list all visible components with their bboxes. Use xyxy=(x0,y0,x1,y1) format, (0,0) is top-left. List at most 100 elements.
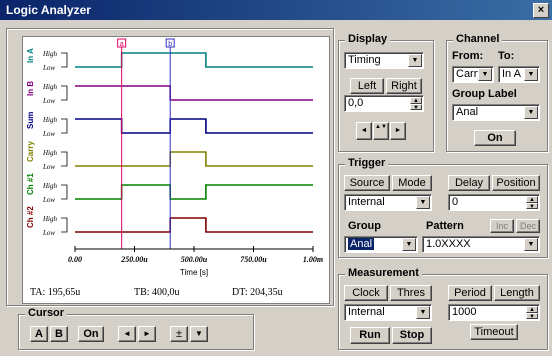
measurement-thres-button[interactable]: Thres xyxy=(390,285,432,301)
level-bracket xyxy=(61,184,68,200)
window-title: Logic Analyzer xyxy=(6,3,91,17)
channel-to-select[interactable]: In A ▼ xyxy=(498,66,540,83)
cursor-b-tag: b xyxy=(168,41,172,48)
timeout-button[interactable]: Timeout xyxy=(470,324,518,340)
measurement-clock-value: Internal xyxy=(348,306,385,318)
waveform-trace xyxy=(75,85,313,101)
chevron-down-icon: ▼ xyxy=(524,106,538,119)
waveform-trace xyxy=(75,184,313,200)
high-label: High xyxy=(42,50,58,58)
low-label: Low xyxy=(42,163,55,171)
cursor-left-button[interactable]: ◄ xyxy=(118,326,136,342)
measurement-length-button[interactable]: Length xyxy=(494,285,540,301)
channel-on-button[interactable]: On xyxy=(474,130,516,146)
x-tick-label: 750.00u xyxy=(240,255,267,264)
chevron-down-icon: ▼ xyxy=(416,196,430,209)
display-mode-value: Timing xyxy=(348,54,381,66)
low-label: Low xyxy=(42,196,55,204)
pattern-inc-button[interactable]: Inc xyxy=(490,219,514,233)
measurement-period-field[interactable]: 1000 ▲ ▼ xyxy=(448,304,540,321)
channel-name-label: Carry xyxy=(26,141,35,162)
channel-name-label: In B xyxy=(26,81,35,96)
trigger-source-button[interactable]: Source xyxy=(344,175,390,191)
trigger-source-value: Internal xyxy=(348,196,385,208)
spinner-icon[interactable]: ▲ ▼ xyxy=(526,196,538,209)
display-left-button[interactable]: Left xyxy=(350,78,384,94)
pattern-dec-button[interactable]: Dec xyxy=(516,219,540,233)
spinner-icon[interactable]: ▲ ▼ xyxy=(410,97,422,110)
chevron-down-icon: ▼ xyxy=(524,238,538,251)
trigger-source-select[interactable]: Internal ▼ xyxy=(344,194,432,211)
waveform-plot: In A High Low In B High Low Sum High Low Carry Hig… xyxy=(22,36,330,304)
chevron-down-icon: ▼ xyxy=(478,68,492,81)
group-label-value: Anal xyxy=(456,106,479,118)
group-label-select[interactable]: Anal ▼ xyxy=(452,104,540,121)
trigger-mode-button[interactable]: Mode xyxy=(392,175,432,191)
cursor-b-button[interactable]: B xyxy=(50,326,68,342)
level-bracket xyxy=(61,52,68,68)
x-tick-label: 500.00u xyxy=(181,255,208,264)
level-bracket xyxy=(61,118,68,134)
display-nav-left[interactable]: ◄ xyxy=(356,122,372,140)
stop-button[interactable]: Stop xyxy=(392,327,432,344)
channel-to-label: To: xyxy=(498,50,515,62)
waveform-trace xyxy=(75,217,313,233)
run-button[interactable]: Run xyxy=(350,327,390,344)
display-nav-center[interactable]: ▲▼ xyxy=(373,122,389,140)
display-position-value: 0,0 xyxy=(348,97,364,109)
cursor-title: Cursor xyxy=(25,307,68,319)
x-tick-label: 250.00u xyxy=(120,255,148,264)
display-mode-select[interactable]: Timing ▼ xyxy=(344,52,424,69)
chevron-down-icon: ▼ xyxy=(402,238,416,251)
channel-from-select[interactable]: Carry ▼ xyxy=(452,66,494,83)
display-nav-right[interactable]: ► xyxy=(390,122,406,140)
spinner-icon[interactable]: ▲ ▼ xyxy=(526,306,538,319)
measurement-period-button[interactable]: Period xyxy=(448,285,492,301)
close-icon[interactable]: × xyxy=(533,3,549,18)
trigger-group-title: Group xyxy=(348,220,381,232)
measurement-period-value: 1000 xyxy=(452,306,477,318)
trigger-delay-field[interactable]: 0 ▲ ▼ xyxy=(448,194,540,211)
trigger-pattern-value: 1.0XXXX xyxy=(426,238,471,250)
cursor-a-button[interactable]: A xyxy=(30,326,48,342)
title-bar: Logic Analyzer × xyxy=(0,0,552,20)
cursor-a-readout: TA: 195,65u xyxy=(30,287,81,298)
channel-name-label: Ch #2 xyxy=(26,206,35,228)
waveform-trace xyxy=(75,52,313,68)
channel-title: Channel xyxy=(453,33,503,45)
trigger-group-select[interactable]: Anal ▼ xyxy=(344,236,418,253)
high-label: High xyxy=(42,149,58,157)
waveform-trace xyxy=(75,118,313,134)
display-position-field[interactable]: 0,0 ▲ ▼ xyxy=(344,95,424,112)
trigger-title: Trigger xyxy=(345,157,389,169)
low-label: Low xyxy=(42,229,55,237)
low-label: Low xyxy=(42,97,55,105)
group-label-title: Group Label xyxy=(452,88,517,100)
cursor-a-tag: a xyxy=(120,41,124,48)
measurement-title: Measurement xyxy=(345,267,422,279)
low-label: Low xyxy=(42,64,55,72)
low-label: Low xyxy=(42,130,55,138)
display-right-button[interactable]: Right xyxy=(386,78,422,94)
cursor-right-button[interactable]: ► xyxy=(138,326,156,342)
trigger-pattern-select[interactable]: 1.0XXXX ▼ xyxy=(422,236,540,253)
trigger-delay-button[interactable]: Delay xyxy=(448,175,490,191)
delta-t-readout: DT: 204,35u xyxy=(232,287,283,298)
chevron-down-icon: ▼ xyxy=(408,54,422,67)
cursor-move-button[interactable]: ± xyxy=(170,326,188,342)
high-label: High xyxy=(42,182,58,190)
channel-name-label: Ch #1 xyxy=(26,173,35,195)
cursor-on-button[interactable]: On xyxy=(78,326,104,342)
trigger-pattern-title: Pattern xyxy=(426,220,464,232)
level-bracket xyxy=(61,151,68,167)
cursor-down-button[interactable]: ▼ xyxy=(190,326,208,342)
measurement-clock-select[interactable]: Internal ▼ xyxy=(344,304,432,321)
x-tick-label: 0.00 xyxy=(68,255,82,264)
measurement-clock-button[interactable]: Clock xyxy=(344,285,388,301)
high-label: High xyxy=(42,83,58,91)
channel-name-label: In A xyxy=(26,48,35,63)
chevron-down-icon: ▼ xyxy=(524,68,538,81)
trigger-position-button[interactable]: Position xyxy=(492,175,540,191)
channel-from-label: From: xyxy=(452,50,484,62)
trigger-group-value: Anal xyxy=(348,238,375,250)
